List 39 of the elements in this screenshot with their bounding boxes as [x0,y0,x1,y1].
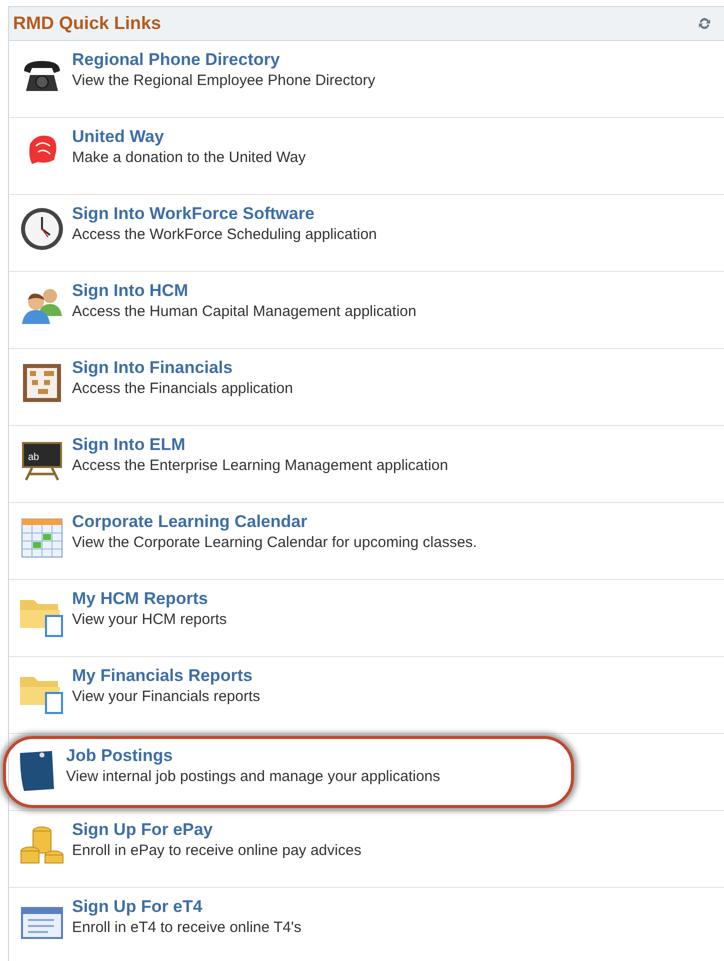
link-description: View the Regional Employee Phone Directory [72,72,376,89]
refresh-icon[interactable] [697,16,712,31]
link-item[interactable]: My Financials Reports View your Financials reports [9,656,574,734]
link-title[interactable]: Sign Up For ePay [72,820,362,840]
highlighted-link-item[interactable]: Job Postings View internal job postings and manage your applications [3,736,574,808]
link-title[interactable]: Job Postings [66,746,440,766]
link-item[interactable]: Regional Phone Directory View the Regional Employee Phone Directory [9,40,574,118]
link-item[interactable]: ab Sign Into ELM Access the Enterprise Learning Management application [9,425,574,503]
link-description: View your Financials reports [72,688,260,705]
link-description: Make a donation to the United Way [72,149,306,166]
link-description: Access the Financials application [72,380,293,397]
link-description: Enroll in ePay to receive online pay advices [72,842,362,859]
link-item[interactable]: Sign Up For ePay Enroll in ePay to receive online pay advices [9,810,574,888]
panel-title: RMD Quick Links [13,13,162,34]
link-description: Access the Human Capital Management application [72,303,416,320]
link-title[interactable]: Sign Into WorkForce Software [72,204,377,224]
link-item[interactable]: Sign Into Financials Access the Financials application [9,348,574,426]
link-title[interactable]: My HCM Reports [72,589,227,609]
link-item[interactable]: Sign Up For eT4 Enroll in eT4 to receive online T4's [9,887,574,961]
link-title[interactable]: United Way [72,127,306,147]
link-description: View internal job postings and manage your applications [66,768,440,785]
link-description: View your HCM reports [72,611,227,628]
link-item[interactable]: Corporate Learning Calendar View the Corporate Learning Calendar for upcoming classes. [9,502,574,580]
link-item[interactable]: United Way Make a donation to the United Way [9,117,574,195]
link-title[interactable]: Sign Up For eT4 [72,897,302,917]
link-title[interactable]: My Financials Reports [72,666,260,686]
link-title[interactable]: Sign Into ELM [72,435,448,455]
link-title[interactable]: Corporate Learning Calendar [72,512,477,532]
link-item[interactable]: Sign Into WorkForce Software Access the WorkForce Scheduling application [9,194,574,272]
link-description: Access the WorkForce Scheduling application [72,226,377,243]
link-title[interactable]: Regional Phone Directory [72,50,376,70]
link-description: Access the Enterprise Learning Management application [72,457,448,474]
link-item[interactable]: My HCM Reports View your HCM reports [9,579,574,657]
link-item[interactable]: Sign Into HCM Access the Human Capital Management application [9,271,574,349]
link-title[interactable]: Sign Into HCM [72,281,416,301]
link-description: View the Corporate Learning Calendar for upcoming classes. [72,534,477,551]
link-title[interactable]: Sign Into Financials [72,358,293,378]
clock-icon [18,205,66,253]
link-description: Enroll in eT4 to receive online T4's [72,919,302,936]
